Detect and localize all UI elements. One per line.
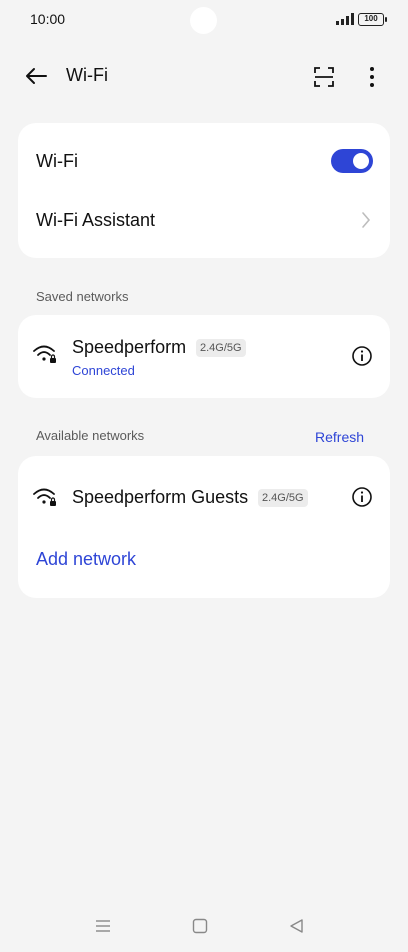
wifi-toggle-label: Wi-Fi (36, 151, 78, 171)
wifi-lock-icon (33, 488, 56, 506)
menu-icon[interactable] (93, 916, 113, 936)
page-title: Wi-Fi (66, 65, 108, 85)
camera-cutout (190, 7, 217, 34)
refresh-button[interactable]: Refresh (315, 429, 364, 445)
more-vertical-icon[interactable] (358, 63, 386, 91)
back-arrow-icon[interactable] (22, 62, 50, 90)
band-badge: 2.4G/5G (258, 489, 308, 507)
wifi-assistant-label[interactable]: Wi-Fi Assistant (36, 210, 155, 231)
back-triangle-icon[interactable] (287, 916, 307, 936)
add-network-button[interactable]: Add network (36, 549, 136, 570)
available-networks-card: Speedperform Guests 2.4G/5G Add network (18, 456, 390, 598)
signal-icon (336, 13, 354, 25)
available-network-name[interactable]: Speedperform Guests (72, 487, 248, 508)
home-square-icon[interactable] (190, 916, 210, 936)
scan-icon[interactable] (310, 63, 338, 91)
chevron-right-icon[interactable] (360, 210, 372, 230)
battery-icon: 100 (358, 13, 387, 26)
saved-networks-card: Speedperform 2.4G/5G Connected (18, 315, 390, 398)
saved-network-name[interactable]: Speedperform (72, 337, 186, 358)
available-networks-label: Available networks (36, 428, 145, 443)
wifi-settings-card: Wi-Fi Wi-Fi Assistant (18, 123, 390, 258)
band-badge: 2.4G/5G (196, 339, 246, 357)
saved-networks-label: Saved networks (36, 289, 129, 304)
wifi-toggle[interactable] (331, 149, 373, 173)
info-icon[interactable] (351, 345, 373, 367)
wifi-lock-icon (33, 345, 56, 363)
status-time: 10:00 (30, 11, 66, 27)
connection-status: Connected (72, 363, 135, 378)
info-icon[interactable] (351, 486, 373, 508)
